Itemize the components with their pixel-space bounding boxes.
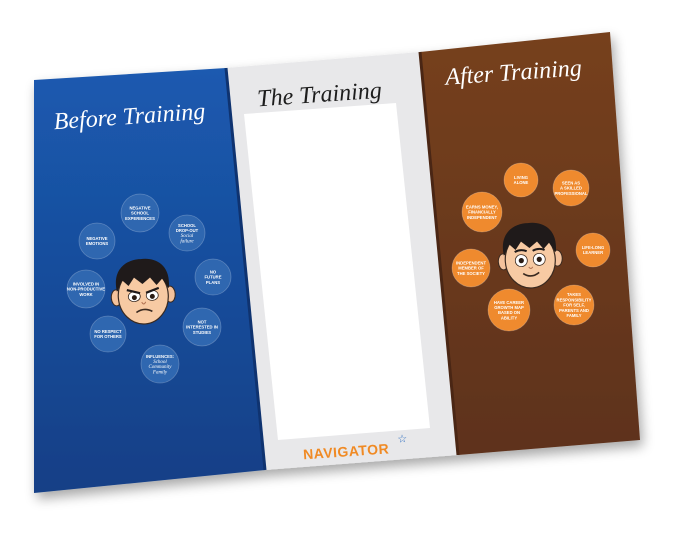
after-bubble-text: LEARNER bbox=[583, 250, 603, 255]
after-bubble-text: PROFESSIONAL bbox=[554, 191, 587, 196]
before-bubble: SCHOOLDROP-OUTSocialfailure bbox=[168, 214, 206, 252]
before-bubble-text: STUDIES bbox=[193, 330, 211, 335]
before-bubble-text: INFLUENCES: bbox=[146, 354, 174, 359]
before-bubble-text: EXPERIENCES bbox=[125, 216, 155, 221]
after-bubble-text: ALONE bbox=[514, 180, 529, 185]
after-bubble: LIVINGALONE bbox=[503, 162, 539, 198]
brochure-illustration: Before Training The Training After Train… bbox=[34, 32, 640, 493]
before-bubble: NOTINTERESTED INSTUDIES bbox=[182, 307, 222, 347]
after-bubble: TAKESRESPONSIBILITYFOR SELF,PARENTS ANDF… bbox=[553, 284, 595, 326]
before-bubble-text: FOR OTHERS bbox=[94, 334, 122, 339]
before-bubble-text: DROP-OUT bbox=[176, 228, 199, 233]
before-bubble-text: WORK bbox=[79, 292, 92, 297]
before-bubble: NOFUTUREPLANS bbox=[194, 258, 232, 296]
after-bubble: HAVE CAREERGROWTH MAPBASED ONABILITY bbox=[487, 288, 531, 332]
after-bubble: LIFE-LONGLEARNER bbox=[575, 232, 611, 268]
after-bubble-text: THE SOCIETY bbox=[457, 271, 485, 276]
before-bubble: NEGATIVEEMOTIONS bbox=[78, 222, 116, 260]
before-bubble-text: PLANS bbox=[206, 280, 220, 285]
before-bubble: NO RESPECTFOR OTHERS bbox=[89, 315, 127, 353]
before-bubble-circle bbox=[168, 214, 206, 252]
after-bubble-text: ABILITY bbox=[501, 315, 517, 320]
before-bubble: INFLUENCES:SchoolCommunityFamily bbox=[140, 344, 180, 384]
after-bubble: EARNS MONEY,FINANCIALLYINDEPENDENT bbox=[461, 191, 503, 233]
before-bubble-text: failure bbox=[180, 239, 194, 244]
before-bubble-text: EMOTIONS bbox=[86, 241, 109, 246]
before-bubble: INVOLVED INNON-PRODUCTIVEWORK bbox=[66, 269, 106, 309]
after-bubble-text: FAMILY bbox=[567, 313, 582, 318]
after-bubble: SEEN ASA SKILLEDPROFESSIONAL bbox=[552, 169, 590, 207]
before-bubble-text: Family bbox=[152, 370, 168, 375]
before-bubble: NEGATIVESCHOOLEXPERIENCES bbox=[120, 193, 160, 233]
after-bubble-text: INDEPENDENT bbox=[467, 215, 497, 220]
after-bubble: INDEPENDENTMEMBER OFTHE SOCIETY bbox=[451, 248, 491, 288]
star-icon: ☆ bbox=[397, 433, 408, 446]
